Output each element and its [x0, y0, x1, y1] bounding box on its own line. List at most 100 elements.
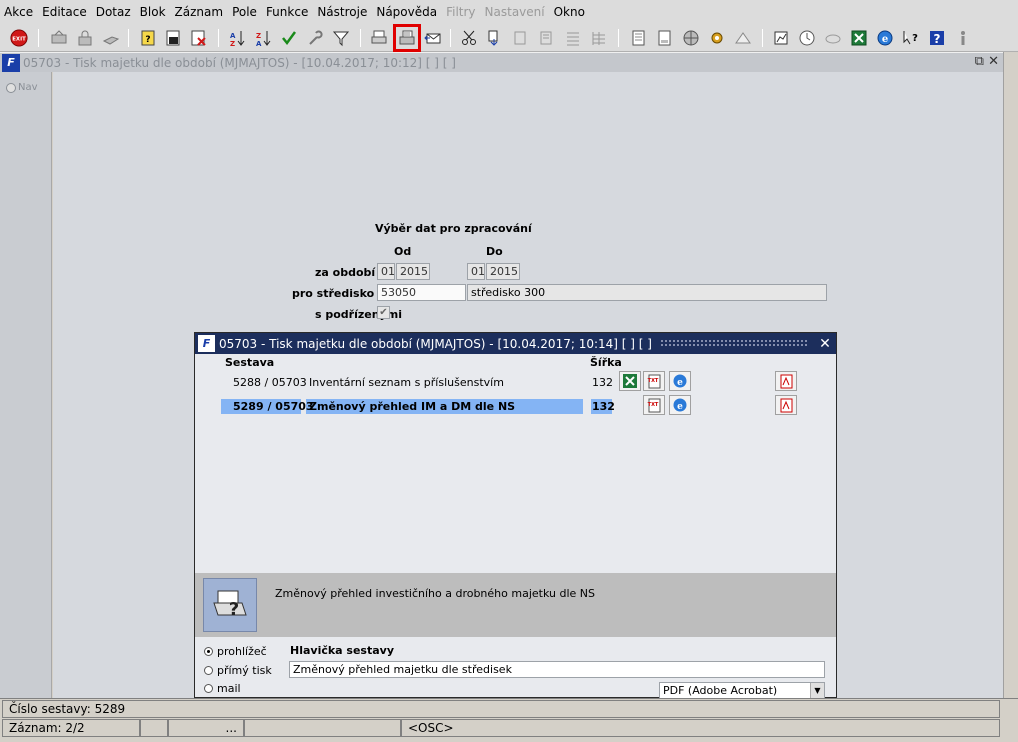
menu-zaznam[interactable]: Záznam	[175, 5, 224, 19]
save-icon	[51, 30, 67, 44]
query-cancel-button[interactable]	[188, 27, 210, 49]
mail-icon	[424, 33, 441, 44]
confirm-button[interactable]	[278, 27, 300, 49]
report-row-2-code[interactable]: 5289 / 05703	[233, 400, 314, 413]
form-heading: Výběr dat pro zpracování	[375, 222, 532, 235]
vertical-scrollbar[interactable]	[1003, 52, 1018, 698]
menu-nastaveni: Nastavení	[484, 5, 545, 19]
attachment-button[interactable]	[654, 27, 676, 49]
query-enter-button[interactable]: ?	[138, 27, 160, 49]
menu-blok[interactable]: Blok	[140, 5, 166, 19]
globe-button[interactable]	[680, 27, 702, 49]
help-context-button[interactable]: ?	[900, 27, 922, 49]
excel-button[interactable]	[848, 27, 870, 49]
query-execute-button[interactable]	[163, 27, 185, 49]
row-1-pdf-button[interactable]	[775, 371, 797, 391]
sort-asc-button[interactable]: AZ	[226, 27, 248, 49]
svg-text:A: A	[256, 40, 262, 47]
output-option-viewer[interactable]: prohlížeč	[204, 645, 267, 658]
format-select[interactable]: PDF (Adobe Acrobat) ▼	[659, 682, 825, 699]
status-message: Číslo sestavy: 5289	[2, 700, 1000, 718]
print-preview-button[interactable]	[100, 27, 122, 49]
cut-button[interactable]	[458, 27, 480, 49]
menu-pole[interactable]: Pole	[232, 5, 257, 19]
row-2-pdf-button[interactable]	[775, 395, 797, 415]
output-option-mail[interactable]: mail	[204, 682, 241, 695]
menu-napoveda[interactable]: Nápověda	[376, 5, 437, 19]
cloud-button[interactable]	[822, 27, 844, 49]
window-controls: ⧉ ✕	[975, 54, 999, 69]
to-month-field[interactable]: 01	[467, 263, 485, 280]
row-1-txt-button[interactable]: TXT	[643, 371, 665, 391]
triangle-button[interactable]	[732, 27, 754, 49]
report-row-1-code[interactable]: 5288 / 05703	[233, 376, 307, 389]
clock-button[interactable]	[796, 27, 818, 49]
clear-button[interactable]	[536, 27, 558, 49]
center-code-field[interactable]: 53050	[377, 284, 466, 301]
dialog-close-icon[interactable]: ✕	[817, 336, 833, 352]
printer-help-icon: ?	[203, 578, 257, 632]
ie-button[interactable]: e	[874, 27, 896, 49]
filter-button[interactable]	[330, 27, 352, 49]
lock-button[interactable]	[74, 27, 96, 49]
output-option-label: mail	[217, 682, 241, 695]
info-icon	[961, 31, 965, 45]
menu-nastroje[interactable]: Nástroje	[317, 5, 367, 19]
sort-desc-button[interactable]: ZA	[252, 27, 274, 49]
radio-icon	[204, 666, 213, 675]
report-print-button[interactable]	[393, 24, 421, 52]
from-year-field[interactable]: 2015	[396, 263, 430, 280]
menu-dotaz[interactable]: Dotaz	[96, 5, 131, 19]
menu-funkce[interactable]: Funkce	[266, 5, 308, 19]
info-button[interactable]	[952, 27, 974, 49]
report-header-field[interactable]: Změnový přehled majetku dle středisek	[289, 661, 825, 678]
row-1-excel-button[interactable]	[619, 371, 641, 391]
internet-explorer-icon: e	[877, 30, 893, 46]
chevron-down-icon[interactable]: ▼	[810, 683, 824, 698]
svg-text:e: e	[677, 378, 683, 388]
wrench-button[interactable]	[304, 27, 326, 49]
row-1-ie-button[interactable]: e	[669, 371, 691, 391]
nav-item[interactable]: Nav	[6, 82, 38, 93]
svg-text:TXT: TXT	[648, 402, 659, 408]
center-name-field: středisko 300	[467, 284, 827, 301]
filter-icon	[332, 31, 350, 47]
copy-button[interactable]	[484, 27, 506, 49]
query-cancel-icon	[191, 30, 206, 46]
restore-icon[interactable]: ⧉	[975, 54, 984, 69]
dialog-title: 05703 - Tisk majetku dle období (MJMAJTO…	[219, 336, 652, 351]
window-title: 05703 - Tisk majetku dle období (MJMAJTO…	[23, 55, 456, 70]
delete-row-button[interactable]	[588, 27, 610, 49]
menu-editace[interactable]: Editace	[42, 5, 87, 19]
triangle-icon	[735, 32, 751, 44]
exit-button[interactable]: EXIT	[8, 27, 30, 49]
report-row-2-name[interactable]: Změnový přehled IM a DM dle NS	[309, 400, 515, 413]
close-icon[interactable]: ✕	[988, 54, 999, 69]
settings-button[interactable]	[706, 27, 728, 49]
paste-button[interactable]	[510, 27, 532, 49]
radio-icon	[204, 684, 213, 693]
mail-button[interactable]	[422, 27, 444, 49]
menu-akce[interactable]: Akce	[4, 5, 33, 19]
subordinate-checkbox[interactable]: ✔	[377, 306, 390, 319]
insert-row-button[interactable]	[562, 27, 584, 49]
gear-icon	[711, 32, 723, 44]
copy-icon	[488, 30, 498, 46]
chart-button[interactable]	[770, 27, 792, 49]
print-button[interactable]	[368, 27, 390, 49]
save-button[interactable]	[48, 27, 70, 49]
output-option-print[interactable]: přímý tisk	[204, 664, 272, 677]
list-icon	[567, 32, 579, 46]
col-width-header: Šířka	[590, 356, 622, 369]
to-year-field[interactable]: 2015	[486, 263, 520, 280]
menu-okno[interactable]: Okno	[554, 5, 585, 19]
record-button[interactable]	[628, 27, 650, 49]
row-2-txt-button[interactable]: TXT	[643, 395, 665, 415]
help-button[interactable]: ?	[926, 27, 948, 49]
dialog-logo-icon: F	[198, 335, 215, 352]
svg-text:?: ?	[229, 599, 239, 620]
row-2-ie-button[interactable]: e	[669, 395, 691, 415]
globe-icon	[683, 30, 699, 46]
report-row-1-name[interactable]: Inventární seznam s příslušenstvím	[309, 376, 504, 389]
from-month-field[interactable]: 01	[377, 263, 395, 280]
